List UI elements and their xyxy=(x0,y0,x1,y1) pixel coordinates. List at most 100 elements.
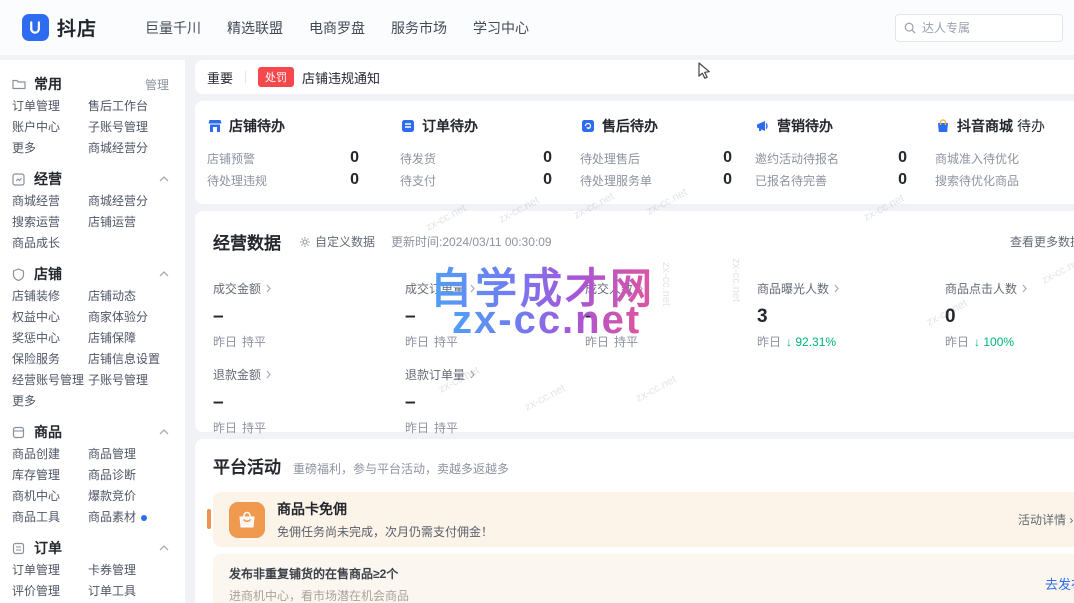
todo-value[interactable]: 0 xyxy=(350,149,359,167)
chevron-right-icon xyxy=(1022,284,1027,293)
sidebar-link-product-diagnose[interactable]: 商品诊断 xyxy=(88,465,173,486)
sidebar-link-more[interactable]: 更多 xyxy=(12,138,88,159)
todo-label[interactable]: 已报名待完善 xyxy=(755,172,827,189)
todo-label[interactable]: 待处理违规 xyxy=(207,172,267,189)
metric-label[interactable]: 成交金额 xyxy=(213,280,405,297)
todo-label[interactable]: 待处理售后 xyxy=(580,150,640,167)
chevron-up-icon[interactable] xyxy=(159,271,169,277)
card-title: 店铺待办 xyxy=(229,116,285,136)
sidebar-link-shop-guarantee[interactable]: 店铺保障 xyxy=(88,328,173,349)
metric-day: 昨日 xyxy=(945,335,969,349)
sidebar-link-shop-news[interactable]: 店铺动态 xyxy=(88,286,173,307)
activity-detail-link[interactable]: 活动详情 › xyxy=(1018,511,1073,528)
sidebar-link-product-manage[interactable]: 商品管理 xyxy=(88,444,173,465)
sidebar-link-product-create[interactable]: 商品创建 xyxy=(12,444,88,465)
sidebar-link-insurance[interactable]: 保险服务 xyxy=(12,349,88,370)
sidebar-link-more2[interactable]: 更多 xyxy=(12,391,88,412)
card-shop-todo: 店铺待办 店铺预警 0 待处理违规 0 xyxy=(207,117,400,204)
todo-label[interactable]: 待支付 xyxy=(400,172,436,189)
sidebar-link-biz-center[interactable]: 商机中心 xyxy=(12,486,88,507)
todo-value[interactable]: 0 xyxy=(543,171,552,189)
sidebar-link-coupon-manage[interactable]: 卡券管理 xyxy=(88,560,173,581)
sidebar-link-reward-center[interactable]: 奖惩中心 xyxy=(12,328,88,349)
sidebar-link-account-center[interactable]: 账户中心 xyxy=(12,117,88,138)
custom-data-link[interactable]: 自定义数据 xyxy=(299,233,375,250)
sidebar-link-merchant-score[interactable]: 商家体验分 xyxy=(88,307,173,328)
sidebar-link-shop-decorate[interactable]: 店铺装修 xyxy=(12,286,88,307)
gift-bag-icon xyxy=(229,502,265,538)
section-header-common[interactable]: 常用 管理 xyxy=(12,72,173,96)
nav-item-lianmeng[interactable]: 精选联盟 xyxy=(227,18,283,38)
todo-value[interactable]: 0 xyxy=(723,149,732,167)
sidebar-link-review-manage[interactable]: 评价管理 xyxy=(12,581,88,602)
sidebar-link-order-manage2[interactable]: 订单管理 xyxy=(12,560,88,581)
notice-link[interactable]: 店铺违规通知 xyxy=(302,68,380,87)
nav-item-shichang[interactable]: 服务市场 xyxy=(391,18,447,38)
nav-item-qianchuan[interactable]: 巨量千川 xyxy=(145,18,201,38)
sidebar-link-mall-score[interactable]: 商城经营分 xyxy=(88,138,173,159)
sidebar-link-aftersale-workbench[interactable]: 售后工作台 xyxy=(88,96,173,117)
activity-banner[interactable]: 商品卡免佣 免佣任务尚未完成，次月仍需支付佣金！ 活动详情 › xyxy=(213,492,1074,547)
chart-icon xyxy=(12,172,27,187)
metric-day: 昨日 xyxy=(405,421,429,435)
section-header-shop[interactable]: 店铺 xyxy=(12,262,173,286)
metric-label[interactable]: 退款金额 xyxy=(213,366,405,383)
todo-label[interactable]: 邀约活动待报名 xyxy=(755,150,839,167)
orange-accent-bar xyxy=(207,509,211,529)
business-data-panel: 经营数据 自定义数据 更新时间:2024/03/11 00:30:09 查看更多… xyxy=(195,211,1074,432)
section-header-operation[interactable]: 经营 xyxy=(12,167,173,191)
sidebar-link-subaccount2[interactable]: 子账号管理 xyxy=(88,370,173,391)
section-title: 店铺 xyxy=(34,264,159,284)
view-more-link[interactable]: 查看更多数据 xyxy=(1010,233,1074,250)
todo-value[interactable]: 0 xyxy=(723,171,732,189)
chevron-up-icon[interactable] xyxy=(159,545,169,551)
metric-label[interactable]: 退款订单量 xyxy=(405,366,585,383)
chevron-right-icon xyxy=(470,284,475,293)
sidebar-link-product-tools[interactable]: 商品工具 xyxy=(12,507,88,528)
card-order-todo: 订单待办 待发货 0 待支付 0 xyxy=(400,117,580,204)
chevron-up-icon[interactable] xyxy=(159,176,169,182)
todo-label[interactable]: 商城准入待优化 xyxy=(935,150,1019,167)
sidebar-link-subaccount[interactable]: 子账号管理 xyxy=(88,117,173,138)
sidebar-link-order-tools[interactable]: 订单工具 xyxy=(88,581,173,602)
sidebar-link-account-manage[interactable]: 经营账号管理 xyxy=(12,370,88,391)
card-title: 订单待办 xyxy=(422,116,478,136)
search-box[interactable] xyxy=(895,14,1063,42)
section-header-product[interactable]: 商品 xyxy=(12,420,173,444)
metric-label[interactable]: 成交订单量 xyxy=(405,280,585,297)
todo-label[interactable]: 待处理服务单 xyxy=(580,172,652,189)
sidebar-link-empty xyxy=(88,391,173,412)
sidebar-link-product-material[interactable]: 商品素材 xyxy=(88,507,173,528)
task-desc: 进商机中心，看市场潜在机会商品 xyxy=(229,587,1074,603)
sidebar-link-mall-operation[interactable]: 商城经营 xyxy=(12,191,88,212)
todo-value[interactable]: 0 xyxy=(898,171,907,189)
sidebar-link-search-operation[interactable]: 搜索运营 xyxy=(12,212,88,233)
sidebar-link-shop-operation[interactable]: 店铺运营 xyxy=(88,212,173,233)
section-header-order[interactable]: 订单 xyxy=(12,536,173,560)
todo-label[interactable]: 店铺预警 xyxy=(207,150,255,167)
sidebar-link-hot-bid[interactable]: 爆款竞价 xyxy=(88,486,173,507)
metric-label[interactable]: 商品点击人数 xyxy=(945,280,1074,297)
todo-value[interactable]: 0 xyxy=(543,149,552,167)
todo-value[interactable]: 0 xyxy=(350,171,359,189)
punish-badge: 处罚 xyxy=(258,67,294,87)
sidebar-link-rights-center[interactable]: 权益中心 xyxy=(12,307,88,328)
metric-label[interactable]: 成交人数 xyxy=(585,280,757,297)
todo-value[interactable]: 0 xyxy=(898,149,907,167)
doudian-logo[interactable]: 抖店 xyxy=(22,14,97,41)
sidebar-link-stock-manage[interactable]: 库存管理 xyxy=(12,465,88,486)
metric-day: 昨日 xyxy=(213,335,237,349)
sidebar-link-mall-score2[interactable]: 商城经营分 xyxy=(88,191,173,212)
sidebar-link-order-manage[interactable]: 订单管理 xyxy=(12,96,88,117)
nav-item-xuexi[interactable]: 学习中心 xyxy=(473,18,529,38)
go-publish-link[interactable]: 去发布 xyxy=(1045,574,1074,593)
nav-item-luopan[interactable]: 电商罗盘 xyxy=(309,18,365,38)
chevron-up-icon[interactable] xyxy=(159,429,169,435)
todo-label[interactable]: 待发货 xyxy=(400,150,436,167)
search-input[interactable] xyxy=(922,21,1052,35)
sidebar-link-product-growth[interactable]: 商品成长 xyxy=(12,233,88,254)
todo-label[interactable]: 搜索待优化商品 xyxy=(935,172,1019,189)
metric-label[interactable]: 商品曝光人数 xyxy=(757,280,945,297)
sidebar-link-shop-info[interactable]: 店铺信息设置 xyxy=(88,349,173,370)
manage-link[interactable]: 管理 xyxy=(145,76,169,93)
